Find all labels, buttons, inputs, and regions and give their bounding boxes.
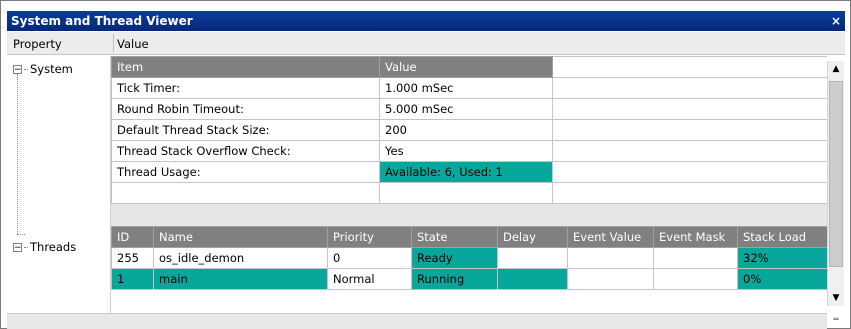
scrollbar-thumb[interactable]	[829, 81, 843, 267]
table-row[interactable]: Round Robin Timeout: 5.000 mSec	[111, 98, 827, 120]
title-bar[interactable]: System and Thread Viewer ×	[7, 11, 845, 31]
system-table-header: Item Value	[111, 56, 827, 78]
thread-event-mask-cell	[653, 268, 738, 290]
empty-cell	[552, 119, 827, 141]
thread-stack-load-cell: 32%	[737, 247, 827, 269]
minus-box-icon[interactable]: −	[13, 242, 22, 252]
item-cell: Thread Stack Overflow Check:	[111, 140, 380, 162]
threads-table-header: ID Name Priority State Delay Event Value…	[111, 226, 827, 248]
threads-table: ID Name Priority State Delay Event Value…	[111, 226, 827, 290]
tree-guide-line	[17, 234, 25, 235]
empty-cell	[552, 161, 827, 183]
thread-id-cell: 1	[111, 268, 154, 290]
tree-node-system[interactable]: − System	[13, 62, 73, 76]
id-column-header[interactable]: ID	[111, 226, 154, 248]
value-cell: Yes	[379, 140, 553, 162]
item-column-header[interactable]: Item	[111, 56, 380, 78]
thread-row-selected[interactable]: 1 main Normal Running 0%	[111, 268, 827, 290]
tree-label-threads: Threads	[30, 240, 77, 254]
minus-box-icon[interactable]: −	[13, 64, 22, 74]
state-column-header[interactable]: State	[411, 226, 498, 248]
thread-stack-load-cell: 0%	[737, 268, 827, 290]
table-row[interactable]: Default Thread Stack Size: 200	[111, 119, 827, 141]
tree-connector	[24, 246, 28, 248]
column-header: Property Value	[7, 32, 845, 55]
thread-event-value-cell	[567, 268, 654, 290]
empty-cell	[111, 182, 380, 204]
value-panel: Item Value Tick Timer: 1.000 mSec Round …	[111, 56, 827, 313]
thread-event-value-cell	[567, 247, 654, 269]
value-cell: 1.000 mSec	[379, 77, 553, 99]
system-table: Item Value Tick Timer: 1.000 mSec Round …	[111, 56, 827, 204]
thread-state-cell: Running	[411, 268, 498, 290]
thread-delay-cell	[497, 247, 568, 269]
table-row[interactable]: Thread Stack Overflow Check: Yes	[111, 140, 827, 162]
property-column-header[interactable]: Property	[13, 37, 62, 51]
system-thread-viewer-window: System and Thread Viewer × Property Valu…	[0, 0, 851, 329]
thread-priority-cell: 0	[327, 247, 412, 269]
empty-cell	[552, 98, 827, 120]
value-cell-highlighted: Available: 6, Used: 1	[379, 161, 553, 183]
item-cell: Thread Usage:	[111, 161, 380, 183]
tree-connector	[24, 68, 28, 70]
window-title: System and Thread Viewer	[11, 14, 193, 28]
section-spacer	[111, 204, 827, 226]
empty-cell	[552, 182, 827, 204]
thread-delay-cell	[497, 268, 568, 290]
value-cell: 200	[379, 119, 553, 141]
priority-column-header[interactable]: Priority	[327, 226, 412, 248]
scroll-down-arrow-icon[interactable]: ▼	[828, 290, 844, 306]
empty-cell	[552, 56, 827, 78]
thread-id-cell: 255	[111, 247, 154, 269]
stack-load-column-header[interactable]: Stack Load	[737, 226, 827, 248]
value-cell: 5.000 mSec	[379, 98, 553, 120]
tree-guide-line	[17, 74, 18, 234]
item-cell: Default Thread Stack Size:	[111, 119, 380, 141]
value-column-header[interactable]: Value	[379, 56, 553, 78]
item-cell: Round Robin Timeout:	[111, 98, 380, 120]
thread-event-mask-cell	[653, 247, 738, 269]
tree-label-system: System	[30, 62, 73, 76]
thread-state-cell: Ready	[411, 247, 498, 269]
horizontal-scrollbar[interactable]	[7, 313, 827, 329]
column-divider[interactable]	[113, 34, 114, 52]
delay-column-header[interactable]: Delay	[497, 226, 568, 248]
item-cell: Tick Timer:	[111, 77, 380, 99]
name-column-header[interactable]: Name	[153, 226, 328, 248]
empty-cell	[379, 182, 553, 204]
table-row-empty	[111, 182, 827, 204]
thread-row[interactable]: 255 os_idle_demon 0 Ready 32%	[111, 247, 827, 269]
close-icon[interactable]: ×	[831, 11, 841, 31]
resize-grip-icon[interactable]: ═	[829, 315, 843, 328]
tree-node-threads[interactable]: − Threads	[13, 240, 76, 254]
event-value-column-header[interactable]: Event Value	[567, 226, 654, 248]
event-mask-column-header[interactable]: Event Mask	[653, 226, 738, 248]
thread-name-cell: main	[153, 268, 328, 290]
value-column-header[interactable]: Value	[117, 37, 149, 51]
property-tree: − System − Threads	[7, 56, 111, 313]
thread-priority-cell: Normal	[327, 268, 412, 290]
table-row[interactable]: Tick Timer: 1.000 mSec	[111, 77, 827, 99]
empty-cell	[552, 77, 827, 99]
thread-name-cell: os_idle_demon	[153, 247, 328, 269]
table-row[interactable]: Thread Usage: Available: 6, Used: 1	[111, 161, 827, 183]
empty-cell	[552, 140, 827, 162]
scroll-up-arrow-icon[interactable]: ▲	[828, 61, 844, 77]
vertical-scrollbar[interactable]: ▲ ▼	[827, 61, 844, 306]
